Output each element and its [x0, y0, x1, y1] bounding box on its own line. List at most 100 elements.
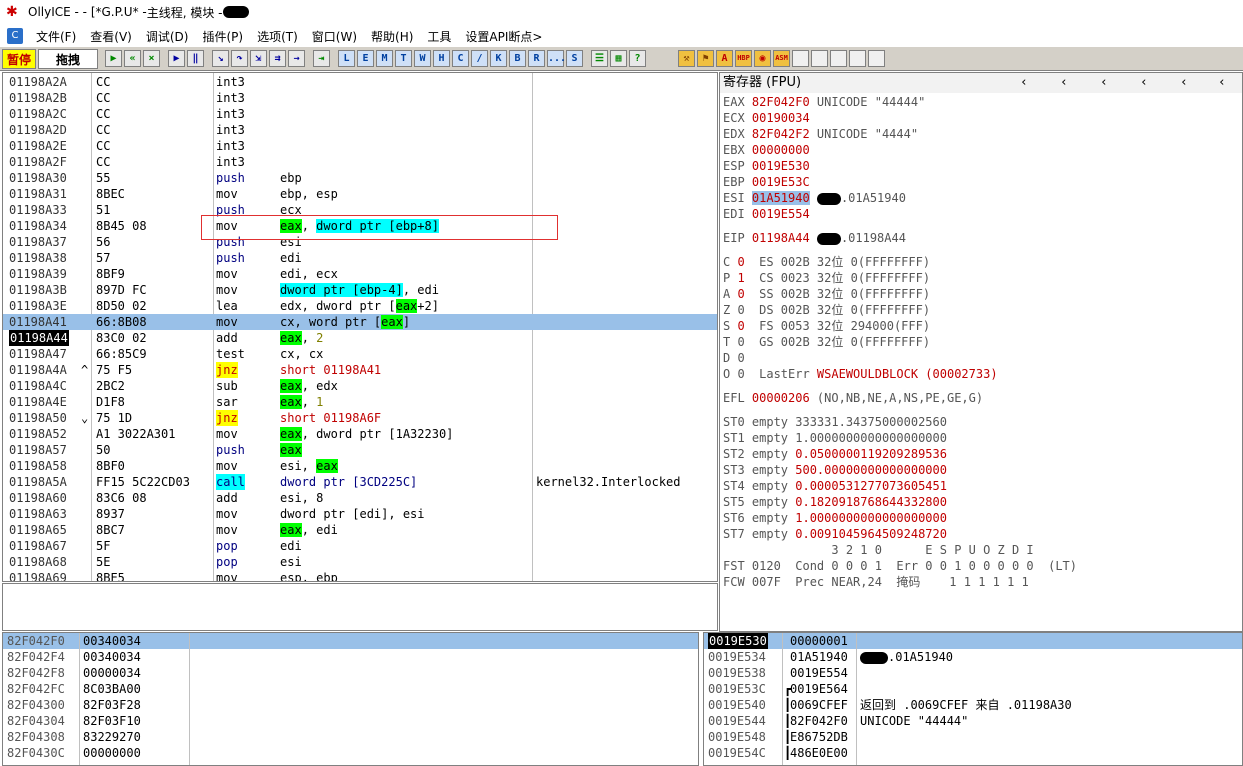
references-window-button[interactable]: R: [528, 50, 546, 67]
step-over-icon[interactable]: ↷: [231, 50, 249, 67]
dump-row[interactable]: 82F04308 83229270: [3, 729, 698, 745]
disasm-row[interactable]: 01198A50 ⌄ 75 1D jnz short 01198A6F: [3, 410, 717, 426]
plugin-ab-icon[interactable]: A: [716, 50, 734, 67]
fpu-st3[interactable]: ST3 empty 500.00000000000000000: [723, 462, 947, 478]
dump-row[interactable]: 82F042FC 8C03BA00: [3, 681, 698, 697]
menu-set-api-breakpoint[interactable]: 设置API断点>: [458, 28, 549, 45]
fpu-fcw[interactable]: FCW 007F Prec NEAR,24 掩码 1 1 1 1 1 1: [723, 574, 1029, 590]
blank-toolbar-button[interactable]: [868, 50, 886, 67]
flag-p[interactable]: P 1 CS 0023 32位 0(FFFFFFFF): [723, 270, 930, 286]
disasm-row[interactable]: 01198A67 5F pop edi: [3, 538, 717, 554]
disasm-row[interactable]: 01198A2B CC int3: [3, 90, 717, 106]
arrow-left-icon[interactable]: ‹: [1100, 73, 1108, 93]
arrow-left-icon[interactable]: ‹: [1060, 73, 1068, 93]
disasm-row[interactable]: 01198A58 8BF0 mov esi, eax: [3, 458, 717, 474]
disasm-row[interactable]: 01198A2C CC int3: [3, 106, 717, 122]
stack-row[interactable]: 0019E544 ┃ 82F042F0 UNICODE "44444": [704, 713, 1242, 729]
disasm-row[interactable]: 01198A4C 2BC2 sub eax, edx: [3, 378, 717, 394]
dump-row[interactable]: 82F042F0 00340034: [3, 633, 698, 649]
stack-row[interactable]: 0019E530 00000001: [704, 633, 1242, 649]
disasm-row[interactable]: 01198A3B 897D FC mov dword ptr [ebp-4], edi: [3, 282, 717, 298]
reg-ebp[interactable]: EBP 0019E53C: [723, 174, 810, 190]
pause-icon[interactable]: ‖: [187, 50, 205, 67]
reg-ecx[interactable]: ECX 00190034: [723, 110, 810, 126]
arrow-left-icon[interactable]: ‹: [1140, 73, 1148, 93]
run-trace-window-button[interactable]: ...: [547, 50, 566, 67]
flag-c[interactable]: C 0 ES 002B 32位 0(FFFFFFFF): [723, 254, 930, 270]
disasm-row-current-eip[interactable]: 01198A44 83C0 02 add eax, 2: [3, 330, 717, 346]
stack-row[interactable]: 0019E548 ┃ E86752DB: [704, 729, 1242, 745]
execute-till-return-icon[interactable]: →: [288, 50, 306, 67]
blank-toolbar-button[interactable]: [849, 50, 867, 67]
menu-tools[interactable]: 工具: [420, 28, 458, 45]
disasm-row[interactable]: 01198A65 8BC7 mov eax, edi: [3, 522, 717, 538]
menu-file[interactable]: 文件(F): [29, 28, 83, 45]
stack-row[interactable]: 0019E54C ┃ 486E0E00: [704, 745, 1242, 761]
trace-into-icon[interactable]: ⇲: [250, 50, 268, 67]
go-to-icon[interactable]: ⇥: [313, 50, 331, 67]
help-icon[interactable]: ?: [629, 50, 647, 67]
fpu-st7[interactable]: ST7 empty 0.0091045964509248720: [723, 526, 947, 542]
disasm-row[interactable]: 01198A2F CC int3: [3, 154, 717, 170]
dump-row[interactable]: 82F042F4 00340034: [3, 649, 698, 665]
patches-window-button[interactable]: /: [471, 50, 489, 67]
cpu-window-icon[interactable]: C: [7, 28, 23, 44]
cpu-window-button[interactable]: C: [452, 50, 470, 67]
fpu-fst[interactable]: FST 0120 Cond 0 0 0 1 Err 0 0 1 0 0 0 0 …: [723, 558, 1077, 574]
arrow-left-icon[interactable]: ‹: [1180, 73, 1188, 93]
call-stack-window-button[interactable]: K: [490, 50, 508, 67]
breakpoints-window-button[interactable]: B: [509, 50, 527, 67]
asm-button[interactable]: ASM: [773, 50, 791, 67]
arrow-left-icon[interactable]: ‹: [1218, 73, 1226, 93]
disasm-row[interactable]: 01198A69 8BE5 mov esp, ebp: [3, 570, 717, 581]
reg-ebx[interactable]: EBX 00000000: [723, 142, 810, 158]
fpu-st0[interactable]: ST0 empty 333331.34375000002560: [723, 414, 947, 430]
disasm-row[interactable]: 01198A63 8937 mov dword ptr [edi], esi: [3, 506, 717, 522]
disasm-row-selected[interactable]: 01198A41 66:8B08 mov cx, word ptr [eax]: [3, 314, 717, 330]
disasm-row[interactable]: 01198A2D CC int3: [3, 122, 717, 138]
registers-title[interactable]: 寄存器 (FPU): [720, 73, 1242, 93]
open-icon[interactable]: ▶: [105, 50, 123, 67]
step-into-icon[interactable]: ↘: [212, 50, 230, 67]
blank-toolbar-button[interactable]: [792, 50, 810, 67]
disasm-row[interactable]: 01198A2E CC int3: [3, 138, 717, 154]
reg-esp[interactable]: ESP 0019E530: [723, 158, 810, 174]
handles-window-button[interactable]: H: [433, 50, 451, 67]
dump-row[interactable]: 82F04300 82F03F28: [3, 697, 698, 713]
fpu-st6[interactable]: ST6 empty 1.0000000000000000000: [723, 510, 947, 526]
hbp-button[interactable]: HBP: [735, 50, 753, 67]
stack-pane[interactable]: 0019E530 00000001 0019E534 01A51940.01A519…: [703, 632, 1243, 766]
drag-box[interactable]: 拖拽: [38, 48, 99, 69]
run-icon[interactable]: ▶: [168, 50, 186, 67]
reg-eax[interactable]: EAX 82F042F0 UNICODE "44444": [723, 94, 925, 110]
disasm-row[interactable]: 01198A2A CC int3: [3, 74, 717, 90]
disasm-row[interactable]: 01198A57 50 push eax: [3, 442, 717, 458]
flag-d[interactable]: D 0: [723, 350, 745, 366]
fpu-st1[interactable]: ST1 empty 1.0000000000000000000: [723, 430, 947, 446]
plugin-eye-icon[interactable]: ◉: [754, 50, 772, 67]
disasm-row[interactable]: 01198A3E 8D50 02 lea edx, dword ptr [eax+2]: [3, 298, 717, 314]
reg-edi[interactable]: EDI 0019E554: [723, 206, 810, 222]
close-process-icon[interactable]: ×: [143, 50, 161, 67]
menu-help[interactable]: 帮助(H): [364, 28, 420, 45]
plugin-bp-icon[interactable]: ⚑: [697, 50, 715, 67]
disasm-row[interactable]: 01198A52 A1 3022A301 mov eax, dword ptr [1A…: [3, 426, 717, 442]
reg-edx[interactable]: EDX 82F042F2 UNICODE "4444": [723, 126, 918, 142]
restart-icon[interactable]: «: [124, 50, 142, 67]
disasm-row[interactable]: 01198A30 55 push ebp: [3, 170, 717, 186]
fpu-st2[interactable]: ST2 empty 0.0500000119209289536: [723, 446, 947, 462]
memory-window-button[interactable]: M: [376, 50, 394, 67]
menu-view[interactable]: 查看(V): [83, 28, 139, 45]
blank-toolbar-button[interactable]: [830, 50, 848, 67]
flag-s[interactable]: S 0 FS 0053 32位 294000(FFF): [723, 318, 930, 334]
flag-a[interactable]: A 0 SS 002B 32位 0(FFFFFFFF): [723, 286, 930, 302]
arrow-left-icon[interactable]: ‹: [1020, 73, 1028, 93]
dump-row[interactable]: 82F0430C 00000000: [3, 745, 698, 761]
flag-t[interactable]: T 0 GS 002B 32位 0(FFFFFFFF): [723, 334, 930, 350]
disasm-row[interactable]: 01198A31 8BEC mov ebp, esp: [3, 186, 717, 202]
list-icon[interactable]: ☰: [591, 50, 609, 67]
grid-icon[interactable]: ▦: [610, 50, 628, 67]
windows-window-button[interactable]: W: [414, 50, 432, 67]
trace-over-icon[interactable]: ⇉: [269, 50, 287, 67]
menu-options[interactable]: 选项(T): [250, 28, 305, 45]
